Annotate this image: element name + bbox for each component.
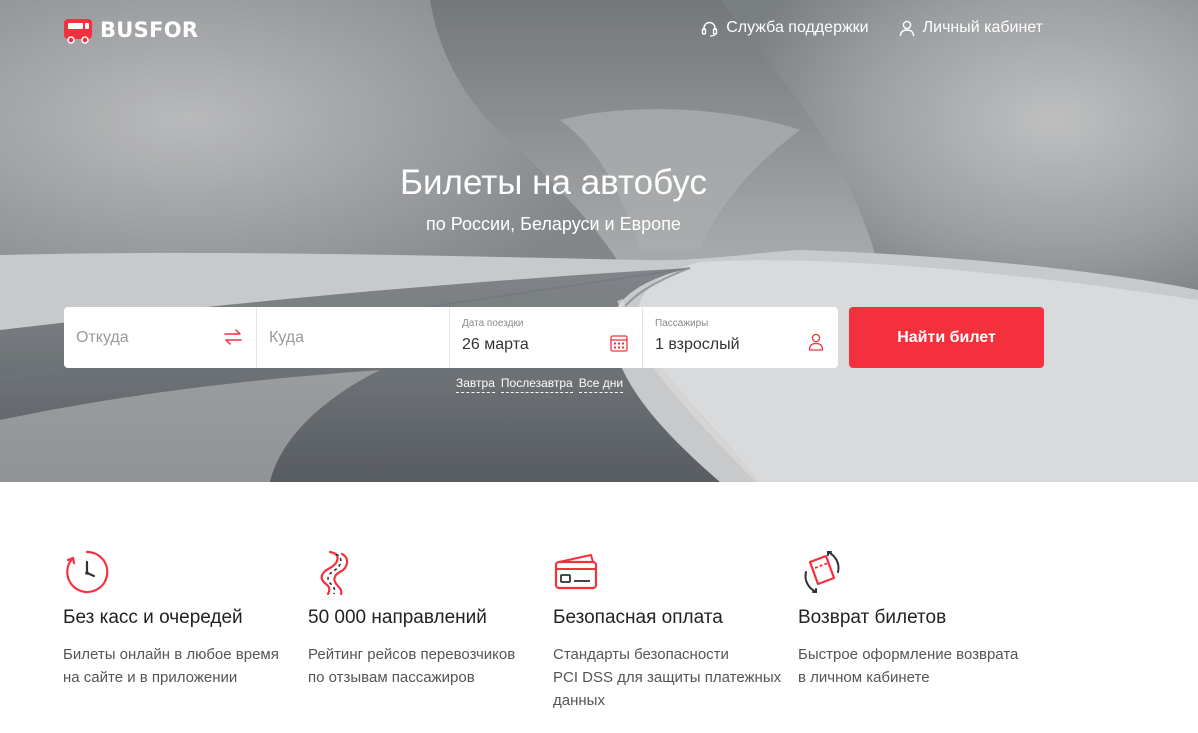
feature-text: Билеты онлайн в любое время на сайте и в… (63, 646, 279, 686)
date-value: 26 марта (462, 336, 529, 353)
quick-date-tomorrow[interactable]: Завтра (456, 376, 495, 393)
from-field-wrapper (64, 307, 257, 368)
support-label: Служба поддержки (726, 19, 869, 36)
feature-title: Возврат билетов (798, 607, 947, 628)
hero-banner: BUSFOR Служба поддержки Личный кабинет Б… (0, 0, 1198, 482)
route-icon (320, 550, 349, 596)
account-link[interactable]: Личный кабинет (899, 19, 1043, 37)
quick-date-links: Завтра Послезавтра Все дни (456, 376, 624, 393)
passengers-value: 1 взрослый (655, 336, 740, 353)
features-section: Без касс и очередей Билеты онлайн в любо… (63, 548, 1053, 712)
feature-text: Рейтинг рейсов перевозчиков по отзывам п… (308, 646, 516, 686)
feature-text: Стандарты безопасности PCI DSS для защит… (553, 646, 782, 709)
credit-card-icon (554, 554, 598, 590)
feature-title: Безопасная оплата (553, 607, 723, 628)
hero-title: Билеты на автобус (400, 163, 707, 202)
quick-date-all-days[interactable]: Все дни (578, 376, 624, 393)
swap-icon[interactable] (224, 328, 242, 346)
feature-title: Без касс и очередей (63, 607, 243, 628)
headset-icon (702, 21, 718, 37)
feature-title: 50 000 направлений (308, 607, 487, 628)
account-label: Личный кабинет (922, 19, 1043, 36)
logo-text: BUSFOR (100, 18, 199, 42)
search-form: Дата поездки 26 марта Пассажиры 1 взросл… (64, 307, 838, 368)
feature-text: Быстрое оформление возврата в личном каб… (798, 646, 1019, 686)
quick-date-day-after[interactable]: Послезавтра (500, 376, 573, 393)
bus-logo-icon (64, 19, 92, 44)
hero-subtitle: по России, Беларуси и Европе (426, 214, 681, 234)
passengers-field[interactable]: Пассажиры 1 взрослый (643, 307, 838, 368)
support-link[interactable]: Служба поддержки (701, 19, 869, 37)
feature-item: Возврат билетов Быстрое оформление возвр… (798, 548, 1043, 712)
winter-road-background (0, 0, 1198, 482)
find-ticket-button[interactable]: Найти билет (849, 307, 1044, 368)
date-label: Дата поездки (462, 318, 524, 329)
busfor-logo[interactable]: BUSFOR (63, 16, 198, 44)
feature-item: Без касс и очередей Билеты онлайн в любо… (63, 548, 308, 712)
passengers-label: Пассажиры (655, 318, 709, 329)
calendar-icon (610, 335, 628, 352)
clock-icon (66, 550, 109, 594)
top-navigation: Служба поддержки Личный кабинет (701, 19, 1043, 37)
ticket-return-icon (804, 551, 840, 593)
to-input[interactable] (257, 307, 449, 368)
feature-item: 50 000 направлений Рейтинг рейсов перево… (308, 548, 553, 712)
date-field[interactable]: Дата поездки 26 марта (450, 307, 643, 368)
to-field-wrapper (257, 307, 450, 368)
feature-item: Безопасная оплата Стандарты безопасности… (553, 548, 798, 712)
user-icon (899, 20, 914, 36)
passenger-icon (808, 333, 824, 351)
